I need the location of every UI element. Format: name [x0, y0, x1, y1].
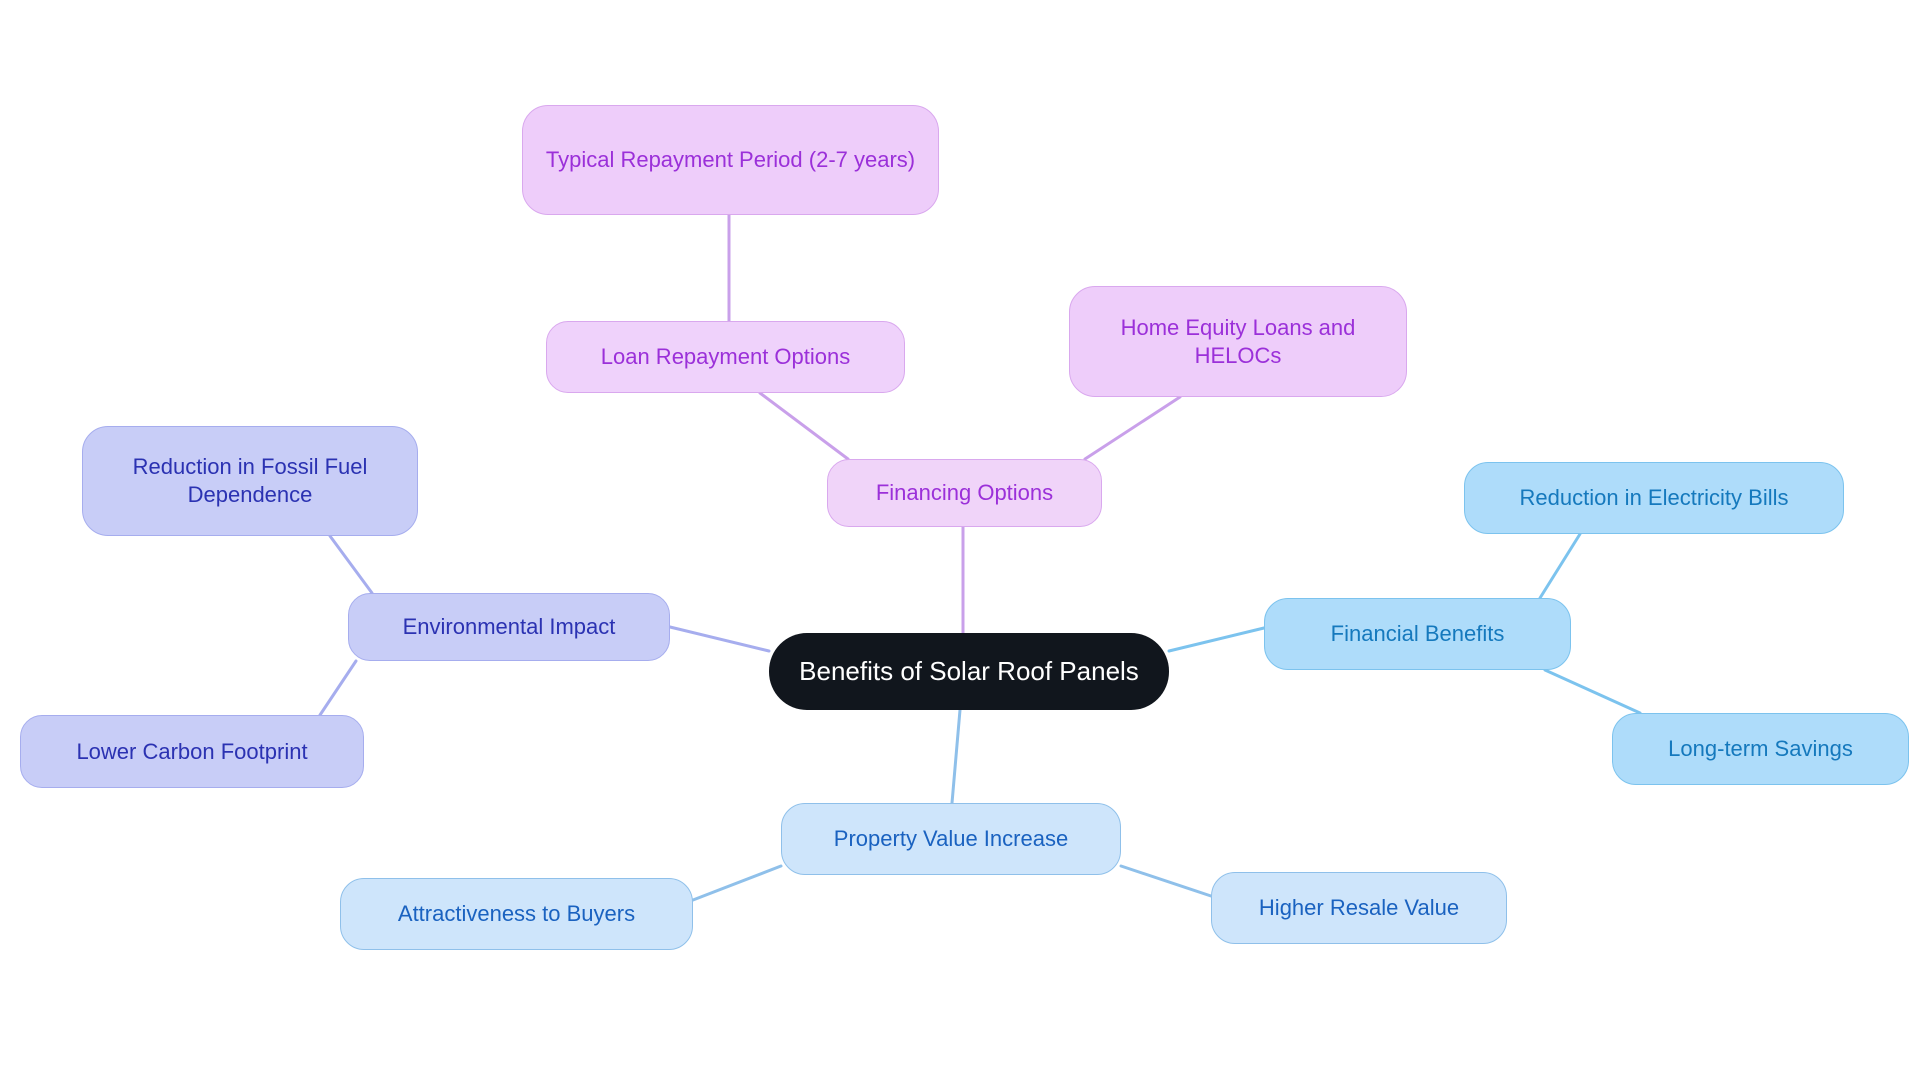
mindmap-node-label: Reduction in Fossil Fuel Dependence	[132, 454, 368, 507]
mindmap-canvas: Financing Options Loan Repayment Options T…	[0, 0, 1920, 1083]
mindmap-node-lower-carbon-footprint[interactable]: Lower Carbon Footprint	[20, 715, 364, 788]
edge-environmental-carbon	[318, 659, 358, 717]
edge-financial-savings	[1543, 668, 1642, 715]
mindmap-node-label: Loan Repayment Options	[600, 344, 851, 370]
mindmap-node-label: Financing Options	[875, 480, 1054, 506]
mindmap-node-label: Long-term Savings	[1668, 736, 1853, 762]
mindmap-node-financing-options[interactable]: Financing Options	[827, 459, 1102, 527]
mindmap-node-label: Attractiveness to Buyers	[397, 901, 636, 927]
mindmap-node-attractiveness-to-buyers[interactable]: Attractiveness to Buyers	[340, 878, 693, 950]
edge-property-attractiveness	[691, 864, 783, 902]
edge-root-financial	[1167, 626, 1266, 653]
mindmap-node-label: Financial Benefits	[1330, 621, 1505, 647]
mindmap-node-label: Typical Repayment Period (2-7 years)	[545, 147, 916, 173]
mindmap-node-label: Home Equity Loans and HELOCs	[1120, 314, 1356, 368]
edge-financial-electricity	[1538, 532, 1582, 600]
edge-financing-loan	[758, 391, 850, 461]
mindmap-node-label: Property Value Increase	[833, 826, 1069, 852]
mindmap-node-reduction-electricity-bills[interactable]: Reduction in Electricity Bills	[1464, 462, 1844, 534]
mindmap-node-property-value-increase[interactable]: Property Value Increase	[781, 803, 1121, 875]
edge-financing-heloc	[1083, 395, 1182, 461]
mindmap-node-label: Lower Carbon Footprint	[76, 738, 308, 764]
mindmap-node-label: Reduction in Electricity Bills	[1519, 485, 1789, 511]
mindmap-node-label: Environmental Impact	[402, 614, 616, 640]
mindmap-node-reduction-fossil-fuel-dependence[interactable]: Reduction in Fossil Fuel Dependence	[82, 426, 418, 536]
edge-property-resale	[1119, 864, 1213, 898]
mindmap-node-label: Benefits of Solar Roof Panels	[799, 656, 1139, 687]
edge-root-property	[950, 708, 962, 805]
mindmap-node-long-term-savings[interactable]: Long-term Savings	[1612, 713, 1909, 785]
mindmap-node-environmental-impact[interactable]: Environmental Impact	[348, 593, 670, 661]
edge-root-environmental	[668, 625, 771, 653]
edge-environmental-fossil	[328, 534, 374, 595]
mindmap-node-loan-repayment-options[interactable]: Loan Repayment Options	[546, 321, 905, 393]
edge-layer	[318, 213, 1642, 902]
mindmap-node-financial-benefits[interactable]: Financial Benefits	[1264, 598, 1571, 670]
mindmap-node-typical-repayment-period[interactable]: Typical Repayment Period (2-7 years)	[522, 105, 939, 215]
mindmap-node-root[interactable]: Benefits of Solar Roof Panels	[769, 633, 1169, 710]
mindmap-node-label: Higher Resale Value	[1258, 895, 1460, 921]
mindmap-node-home-equity-loans-helocs[interactable]: Home Equity Loans and HELOCs	[1069, 286, 1407, 397]
mindmap-node-higher-resale-value[interactable]: Higher Resale Value	[1211, 872, 1507, 944]
